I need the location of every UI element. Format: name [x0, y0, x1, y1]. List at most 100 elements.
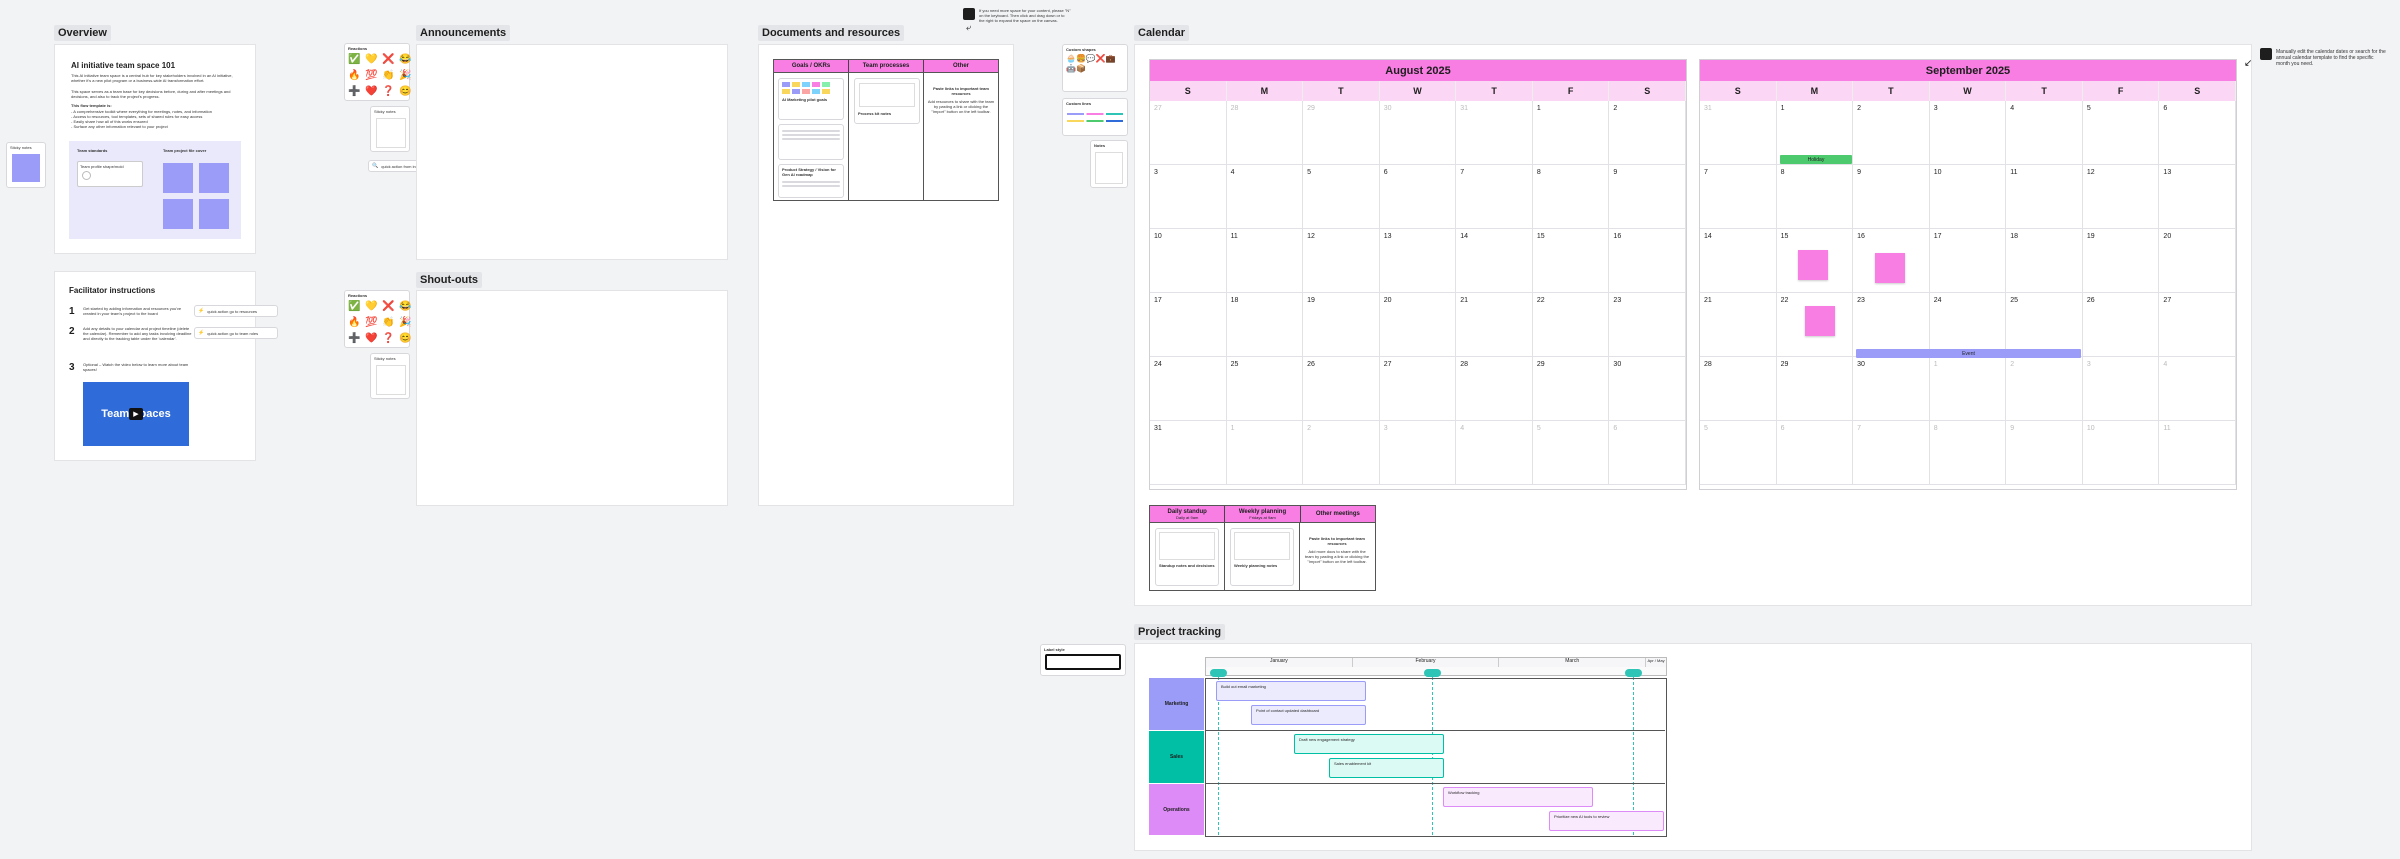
day-cell[interactable]: 4 [1456, 421, 1533, 485]
task-bar[interactable]: Point of contact updated dashboard [1251, 705, 1366, 725]
shoutouts-panel[interactable] [416, 290, 728, 506]
cross-icon[interactable]: ❌ [381, 53, 396, 67]
day-cell[interactable]: 11 [1226, 229, 1304, 293]
fire-icon[interactable]: 🔥 [347, 316, 362, 330]
day-cell[interactable]: 30 [1379, 101, 1457, 165]
question-icon[interactable]: ❓ [381, 85, 396, 99]
day-cell[interactable]: 9 [2006, 421, 2083, 485]
day-cell[interactable]: 29 [1532, 357, 1610, 421]
day-cell[interactable]: 31 [1150, 421, 1227, 485]
day-cell[interactable]: 11 [2006, 165, 2083, 229]
sticky-note-swatch[interactable] [12, 154, 40, 182]
day-cell[interactable]: 21 [1700, 293, 1777, 357]
day-cell[interactable]: 16 [1609, 229, 1686, 293]
day-cell[interactable]: 15 [1532, 229, 1610, 293]
day-cell[interactable]: 28 [1456, 357, 1533, 421]
day-cell[interactable]: 1 [1226, 421, 1304, 485]
check-icon[interactable]: ✅ [347, 300, 362, 314]
label-style-tool[interactable]: Label style [1040, 644, 1126, 676]
task-bar[interactable]: Workflow tracking [1443, 787, 1593, 807]
go-to-resources-button[interactable]: ⚡ quick action go to resources [194, 305, 278, 317]
calendar-event[interactable]: Event [1856, 349, 2081, 358]
day-cell[interactable]: 3 [1150, 165, 1227, 229]
day-cell[interactable]: 10 [1150, 229, 1227, 293]
sticky-note-swatch[interactable] [376, 365, 406, 395]
play-icon[interactable]: ▶ [129, 408, 143, 420]
smile-icon[interactable]: 😊 [398, 332, 413, 346]
day-cell[interactable]: 9 [1853, 165, 1930, 229]
task-bar[interactable]: Prioritize new AI tools to review [1549, 811, 1664, 831]
day-cell[interactable]: 10 [2082, 421, 2160, 485]
day-cell[interactable]: 17 [1150, 293, 1227, 357]
day-cell[interactable]: 22 [1532, 293, 1610, 357]
doc-card[interactable]: Process kit notes [854, 78, 920, 124]
day-cell[interactable]: 18 [2006, 229, 2083, 293]
day-cell[interactable]: 12 [2082, 165, 2160, 229]
day-cell[interactable]: 30 [1853, 357, 1930, 421]
fire-icon[interactable]: 🔥 [347, 69, 362, 83]
day-cell[interactable]: 18 [1226, 293, 1304, 357]
heart-yellow-icon[interactable]: 💛 [364, 300, 379, 314]
sticky-note-swatch[interactable] [376, 118, 406, 148]
notes-tool[interactable]: Notes [1090, 140, 1128, 188]
day-cell[interactable]: 6 [1776, 421, 1854, 485]
day-cell[interactable]: 28 [1226, 101, 1304, 165]
day-cell[interactable]: 20 [2159, 229, 2236, 293]
heart-icon[interactable]: ❤️ [364, 85, 379, 99]
day-cell[interactable]: 6 [2159, 101, 2236, 165]
task-bar[interactable]: Sales enablement kit [1329, 758, 1444, 778]
day-cell[interactable]: 27 [2159, 293, 2236, 357]
day-cell[interactable]: 31 [1456, 101, 1533, 165]
day-cell[interactable]: 4 [1226, 165, 1304, 229]
day-cell[interactable]: 19 [2082, 229, 2160, 293]
day-cell[interactable]: 8 [1929, 421, 2007, 485]
day-cell[interactable]: 19 [1303, 293, 1380, 357]
day-cell[interactable]: 12 [1303, 229, 1380, 293]
day-cell[interactable]: 5 [2082, 101, 2160, 165]
day-cell[interactable]: 5 [1532, 421, 1610, 485]
milestone-marker[interactable] [1210, 669, 1227, 677]
heart-icon[interactable]: ❤️ [364, 332, 379, 346]
day-cell[interactable]: 3 [1929, 101, 2007, 165]
announcements-panel[interactable] [416, 44, 728, 260]
day-cell[interactable]: 10 [1929, 165, 2007, 229]
purple-sticky-note[interactable] [163, 199, 193, 229]
doc-card[interactable]: Product Strategy / Vision for Gen AI roa… [778, 164, 844, 198]
day-cell[interactable]: 26 [2082, 293, 2160, 357]
day-cell[interactable]: 7 [1700, 165, 1777, 229]
holiday-event[interactable]: Holiday [1780, 155, 1852, 164]
check-icon[interactable]: ✅ [347, 53, 362, 67]
day-cell[interactable]: 2 [2006, 357, 2083, 421]
task-bar[interactable]: Draft new engagement strategy [1294, 734, 1444, 754]
pink-sticky-note[interactable] [1805, 306, 1835, 336]
team-profile-card[interactable]: Team profile shape/mold [77, 161, 143, 187]
party-icon[interactable]: 🎉 [398, 316, 413, 330]
purple-sticky-note[interactable] [163, 163, 193, 193]
day-cell[interactable]: 1 [1532, 101, 1610, 165]
day-cell[interactable]: 2 [1303, 421, 1380, 485]
day-cell[interactable]: 7 [1853, 421, 1930, 485]
doc-card[interactable]: AI Marketing pilot goals [778, 78, 844, 120]
day-cell[interactable]: 17 [1929, 229, 2007, 293]
day-cell[interactable]: 6 [1379, 165, 1457, 229]
day-cell[interactable]: 5 [1303, 165, 1380, 229]
day-cell[interactable]: 13 [2159, 165, 2236, 229]
day-cell[interactable]: 21 [1456, 293, 1533, 357]
milestone-marker[interactable] [1424, 669, 1441, 677]
day-cell[interactable]: 14 [1700, 229, 1777, 293]
day-cell[interactable]: 3 [2082, 357, 2160, 421]
clap-icon[interactable]: 👏 [381, 316, 396, 330]
cross-icon[interactable]: ❌ [381, 300, 396, 314]
pink-sticky-note[interactable] [1798, 250, 1828, 280]
day-cell[interactable]: 30 [1609, 357, 1686, 421]
day-cell[interactable]: 2 [1609, 101, 1686, 165]
day-cell[interactable]: 24 [1150, 357, 1227, 421]
pink-sticky-note[interactable] [1875, 253, 1905, 283]
smile-icon[interactable]: 😊 [398, 85, 413, 99]
task-bar[interactable]: Build out email marketing [1216, 681, 1366, 701]
party-icon[interactable]: 🎉 [398, 69, 413, 83]
custom-shapes-tool[interactable]: Custom shapes 🧁🍔💬❌💼 🤖📦 [1062, 44, 1128, 92]
day-cell[interactable]: 23 [1609, 293, 1686, 357]
day-cell[interactable]: 3 [1379, 421, 1457, 485]
day-cell[interactable]: 31 [1700, 101, 1777, 165]
